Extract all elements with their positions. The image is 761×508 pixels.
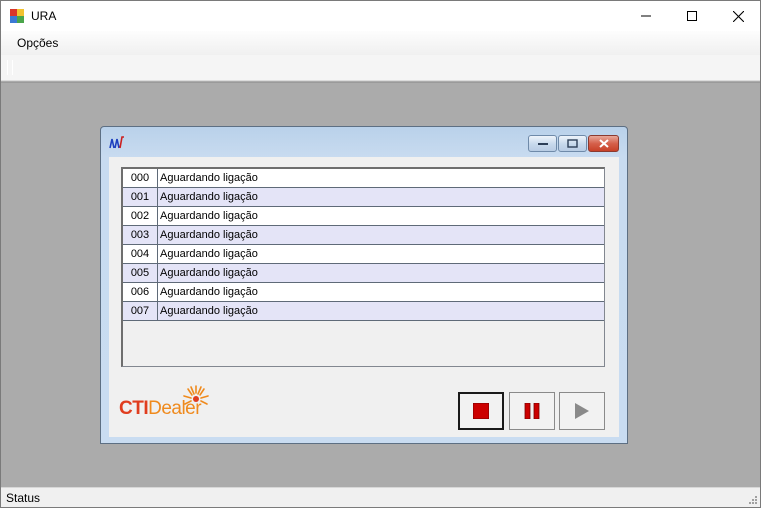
channel-number: 002 xyxy=(123,207,158,225)
channel-state: Aguardando ligação xyxy=(160,172,258,184)
restore-icon xyxy=(567,139,578,148)
child-close-button[interactable] xyxy=(588,135,619,152)
channel-number: 007 xyxy=(123,302,158,320)
list-item[interactable]: 002 Aguardando ligação xyxy=(123,207,604,226)
channel-state: Aguardando ligação xyxy=(160,191,258,203)
list-item[interactable]: 000 Aguardando ligação xyxy=(123,169,604,188)
status-bar: Status xyxy=(1,487,760,507)
child-minimize-button[interactable] xyxy=(528,135,557,152)
pause-button[interactable] xyxy=(509,392,555,430)
toolbar xyxy=(1,55,760,81)
play-button[interactable] xyxy=(559,392,605,430)
app-icon xyxy=(10,9,24,23)
list-item[interactable]: 003 Aguardando ligação xyxy=(123,226,604,245)
child-title-bar[interactable] xyxy=(101,127,627,155)
menu-bar: Opções xyxy=(1,31,760,55)
channel-state: Aguardando ligação xyxy=(160,248,258,260)
list-item[interactable]: 007 Aguardando ligação xyxy=(123,302,604,321)
channel-number: 003 xyxy=(123,226,158,244)
logo-text-dealer: Dealer xyxy=(148,398,202,419)
channel-state: Aguardando ligação xyxy=(160,286,258,298)
menu-item-opcoes[interactable]: Opções xyxy=(11,34,64,52)
ctidealer-logo: CTIDealer xyxy=(119,384,219,426)
child-restore-button[interactable] xyxy=(558,135,587,152)
list-item[interactable]: 005 Aguardando ligação xyxy=(123,264,604,283)
channel-state: Aguardando ligação xyxy=(160,267,258,279)
list-item[interactable]: 004 Aguardando ligação xyxy=(123,245,604,264)
status-label: Status xyxy=(6,491,41,505)
minimize-icon xyxy=(641,15,651,17)
stop-button[interactable] xyxy=(458,392,504,430)
channel-state: Aguardando ligação xyxy=(160,210,258,222)
minimize-icon xyxy=(537,142,548,145)
maximize-icon xyxy=(687,11,697,21)
logo-text-cti: CTI xyxy=(119,398,149,419)
maximize-button[interactable] xyxy=(669,1,715,31)
window-title: URA xyxy=(31,9,57,23)
child-body: 000 Aguardando ligação 001 Aguardando li… xyxy=(109,157,619,437)
close-button[interactable] xyxy=(715,1,761,31)
channel-state: Aguardando ligação xyxy=(160,305,258,317)
play-icon xyxy=(575,403,589,419)
minimize-button[interactable] xyxy=(623,1,669,31)
list-item[interactable]: 001 Aguardando ligação xyxy=(123,188,604,207)
resize-grip-icon[interactable] xyxy=(747,494,757,504)
channel-state: Aguardando ligação xyxy=(160,229,258,241)
close-icon xyxy=(598,139,609,148)
close-icon xyxy=(732,10,744,22)
ura-child-window: 000 Aguardando ligação 001 Aguardando li… xyxy=(100,126,628,444)
channel-number: 006 xyxy=(123,283,158,301)
list-item[interactable]: 006 Aguardando ligação xyxy=(123,283,604,302)
channel-list[interactable]: 000 Aguardando ligação 001 Aguardando li… xyxy=(121,167,605,367)
stop-icon xyxy=(473,403,489,419)
waveform-icon xyxy=(109,136,124,149)
toolbar-grip[interactable] xyxy=(7,60,19,75)
channel-number: 001 xyxy=(123,188,158,206)
channel-number: 004 xyxy=(123,245,158,263)
channel-number: 005 xyxy=(123,264,158,282)
pause-icon xyxy=(524,403,540,419)
main-window: URA Opções 000 Aguardando ligação 001 Ag… xyxy=(0,0,761,508)
title-bar[interactable]: URA xyxy=(1,1,760,31)
channel-number: 000 xyxy=(123,169,158,187)
